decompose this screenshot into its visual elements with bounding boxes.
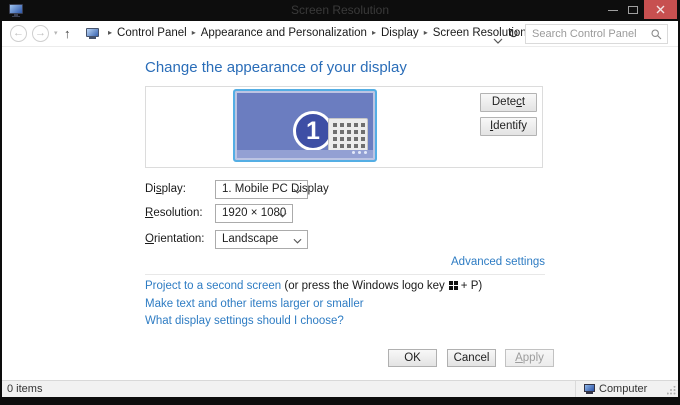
- make-text-larger-link[interactable]: Make text and other items larger or smal…: [145, 298, 364, 310]
- orientation-dropdown-value: Landscape: [222, 233, 279, 245]
- security-zone: Computer: [584, 383, 647, 395]
- recent-pages-button[interactable]: ▾: [54, 29, 58, 37]
- chevron-down-icon: [278, 212, 287, 218]
- close-icon: [656, 5, 665, 14]
- resolution-dropdown-value: 1920 × 1080: [222, 207, 287, 219]
- location-icon: [86, 28, 99, 40]
- breadcrumb-separator-icon: ▸: [108, 28, 113, 37]
- apply-button[interactable]: Apply: [505, 349, 554, 367]
- search-box: [525, 24, 668, 44]
- refresh-icon: ↻: [508, 26, 519, 41]
- breadcrumb-item-display[interactable]: Display: [381, 27, 419, 39]
- divider: [145, 274, 545, 275]
- search-input[interactable]: [532, 26, 647, 42]
- breadcrumb-separator-icon: ▸: [371, 28, 376, 37]
- orientation-dropdown[interactable]: Landscape: [215, 230, 308, 249]
- page-title: Change the appearance of your display: [145, 59, 407, 76]
- identify-button[interactable]: Identify: [480, 117, 537, 136]
- address-toolbar: ← → ▾ ↑ ▸ Control Panel ▸ Appearance and Pe…: [2, 21, 678, 47]
- refresh-button[interactable]: ↻: [508, 26, 519, 42]
- windows-logo-icon: [448, 281, 458, 290]
- zone-label: Computer: [599, 383, 648, 395]
- breadcrumb-item-control-panel[interactable]: Control Panel: [117, 27, 187, 39]
- project-second-screen-link[interactable]: Project to a second screen: [145, 280, 281, 292]
- breadcrumb-item-appearance[interactable]: Appearance and Personalization: [201, 27, 367, 39]
- ok-button[interactable]: OK: [388, 349, 437, 367]
- forward-button[interactable]: →: [32, 25, 49, 42]
- search-icon[interactable]: [651, 29, 662, 40]
- keypad-icon: [328, 118, 368, 152]
- breadcrumb-separator-icon: ▸: [423, 28, 428, 37]
- advanced-settings-link[interactable]: Advanced settings: [451, 256, 545, 268]
- orientation-label: Orientation:: [145, 233, 205, 245]
- back-icon: ←: [13, 27, 24, 39]
- chevron-down-icon: [493, 38, 503, 44]
- computer-icon: [584, 384, 595, 394]
- chevron-down-icon: ▾: [54, 30, 58, 37]
- status-bar: 0 items Computer: [2, 380, 678, 397]
- monitor-number-badge: 1: [293, 111, 333, 151]
- forward-icon: →: [35, 27, 46, 39]
- content-area: Change the appearance of your display 1 …: [2, 47, 678, 380]
- up-button[interactable]: ↑: [64, 26, 71, 41]
- back-button[interactable]: ←: [10, 25, 27, 42]
- apply-label-key: A: [515, 352, 523, 364]
- resolution-dropdown[interactable]: 1920 × 1080: [215, 204, 293, 223]
- display-dropdown-value: 1. Mobile PC Display: [222, 183, 329, 195]
- titlebar: Screen Resolution: [0, 0, 680, 21]
- screen-resolution-window: Screen Resolution ← → ▾ ↑ ▸ Control Panel…: [0, 0, 680, 405]
- status-divider: [575, 381, 576, 397]
- project-second-screen-row: Project to a second screen (or press the…: [145, 280, 482, 292]
- breadcrumb: ▸ Control Panel ▸ Appearance and Personaliz…: [103, 27, 527, 39]
- close-button[interactable]: [644, 0, 677, 19]
- display-dropdown[interactable]: 1. Mobile PC Display: [215, 180, 329, 199]
- breadcrumb-separator-icon: ▸: [191, 28, 196, 37]
- chevron-down-icon: [293, 238, 302, 244]
- items-count: 0 items: [7, 383, 43, 395]
- monitor-number: 1: [306, 116, 320, 145]
- monitor-dots-icon: [352, 151, 367, 154]
- project-suffix-post: + P): [460, 280, 483, 292]
- maximize-button[interactable]: [628, 6, 638, 14]
- project-suffix-pre: (or press the Windows logo key: [281, 280, 445, 292]
- detect-label-post: t: [521, 96, 526, 108]
- apply-label-post: pply: [522, 352, 544, 364]
- minimize-button[interactable]: [608, 10, 618, 11]
- identify-label-post: dentify: [493, 120, 528, 132]
- monitor-taskbar: [237, 150, 373, 158]
- detect-label-pre: Dete: [491, 96, 517, 108]
- detect-button[interactable]: Detect: [480, 93, 537, 112]
- display-label: Display:: [145, 183, 186, 195]
- display-settings-help-link[interactable]: What display settings should I choose?: [145, 315, 344, 327]
- monitor-1-preview[interactable]: 1: [233, 89, 377, 162]
- resolution-label: Resolution:: [145, 207, 203, 219]
- chevron-down-icon: [293, 188, 302, 194]
- cancel-button[interactable]: Cancel: [447, 349, 496, 367]
- resize-grip[interactable]: [667, 386, 676, 395]
- up-arrow-icon: ↑: [64, 26, 71, 41]
- window-title: Screen Resolution: [290, 3, 390, 17]
